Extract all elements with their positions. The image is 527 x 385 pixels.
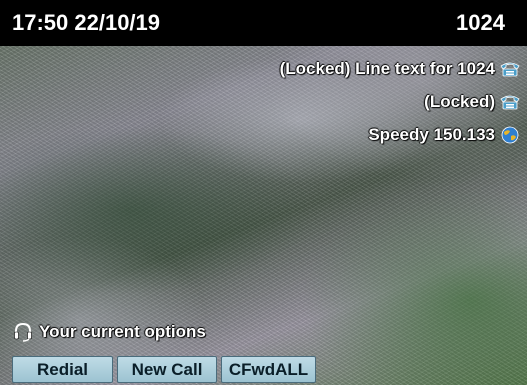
- redial-button[interactable]: Redial: [12, 356, 113, 383]
- phone-screen: 17:50 22/10/19 1024 (Locked) Line text f…: [0, 0, 527, 385]
- line-2-label: (Locked): [424, 91, 495, 111]
- headset-icon: [12, 321, 34, 343]
- line-2[interactable]: (Locked): [424, 85, 521, 118]
- line-1-label: (Locked) Line text for 1024: [279, 58, 495, 78]
- extension-number: 1024: [456, 10, 505, 35]
- call-forward-all-button[interactable]: CFwdALL: [221, 356, 316, 383]
- phone-icon: [499, 60, 521, 78]
- phone-icon: [499, 93, 521, 111]
- new-call-button[interactable]: New Call: [117, 356, 217, 383]
- options-prompt-text: Your current options: [39, 322, 206, 341]
- options-prompt: Your current options: [12, 321, 206, 343]
- globe-icon: [499, 126, 521, 144]
- line-list: (Locked) Line text for 1024 (Locked) Spe…: [280, 52, 521, 151]
- speed-dial-1-label: Speedy 150.133: [368, 124, 495, 144]
- speed-dial-1[interactable]: Speedy 150.133: [368, 118, 521, 151]
- datetime: 17:50 22/10/19: [12, 10, 161, 35]
- softkey-bar: Redial New Call CFwdALL: [12, 356, 320, 383]
- status-bar: 17:50 22/10/19 1024: [0, 0, 527, 46]
- line-1[interactable]: (Locked) Line text for 1024: [280, 52, 521, 85]
